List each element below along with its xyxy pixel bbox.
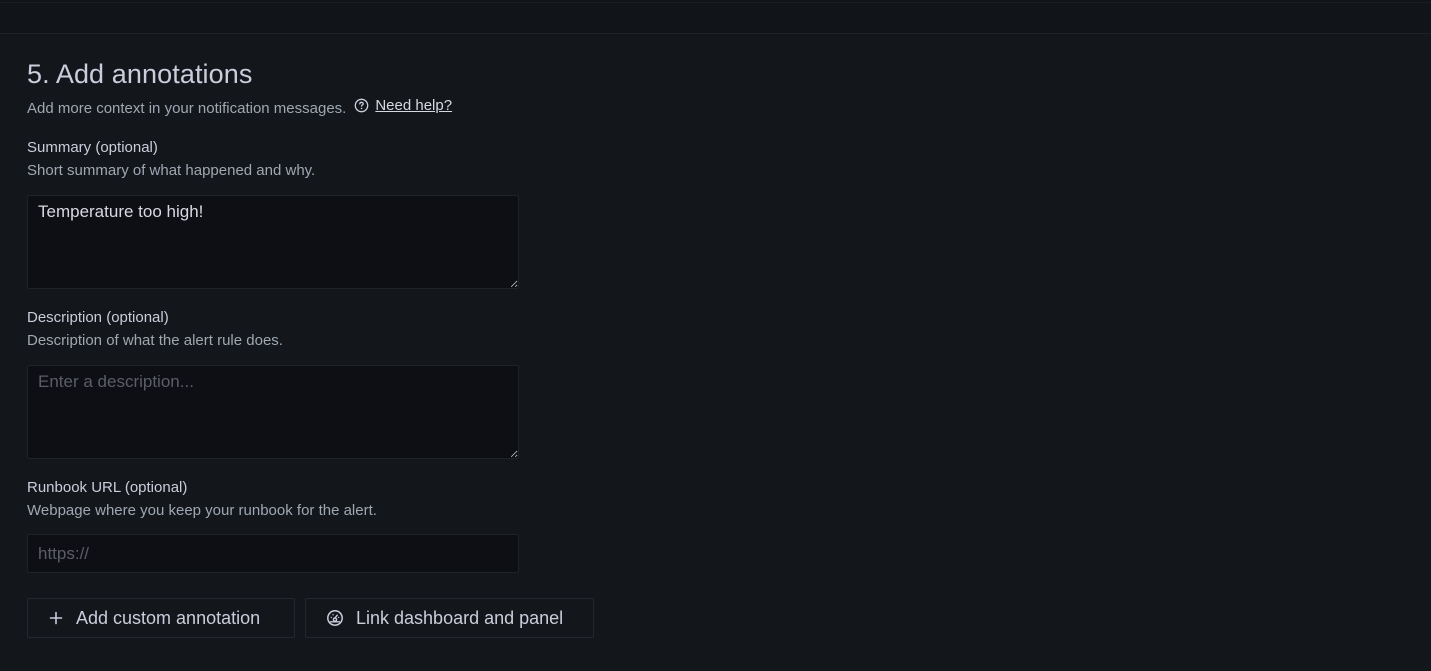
plus-icon [49, 611, 63, 625]
top-bar-divider [0, 2, 1431, 3]
description-textarea[interactable] [27, 365, 519, 459]
summary-description: Short summary of what happened and why. [27, 162, 316, 179]
need-help-link[interactable]: Need help? [354, 97, 452, 114]
add-custom-annotation-button[interactable]: Add custom annotation [27, 598, 295, 638]
runbook-url-input[interactable] [27, 534, 519, 573]
section-subtitle: Add more context in your notification me… [27, 100, 347, 117]
link-dashboard-panel-button[interactable]: Link dashboard and panel [305, 598, 594, 638]
section-subtitle-row: Add more context in your notification me… [27, 97, 452, 117]
summary-textarea[interactable] [27, 195, 519, 289]
annotations-section: 5. Add annotations Add more context in y… [0, 34, 1431, 671]
summary-label: Summary (optional) [27, 139, 158, 156]
question-circle-icon [355, 98, 369, 113]
top-bar [0, 0, 1431, 34]
runbook-url-label: Runbook URL (optional) [27, 479, 188, 496]
link-dashboard-panel-label: Link dashboard and panel [356, 607, 564, 628]
section-title: 5. Add annotations [27, 59, 253, 89]
need-help-label[interactable]: Need help? [375, 97, 452, 114]
description-label: Description (optional) [27, 309, 169, 326]
runbook-url-description: Webpage where you keep your runbook for … [27, 502, 377, 519]
description-description: Description of what the alert rule does. [27, 332, 283, 349]
dashboard-gauge-icon [327, 610, 343, 626]
add-custom-annotation-label: Add custom annotation [76, 607, 261, 628]
